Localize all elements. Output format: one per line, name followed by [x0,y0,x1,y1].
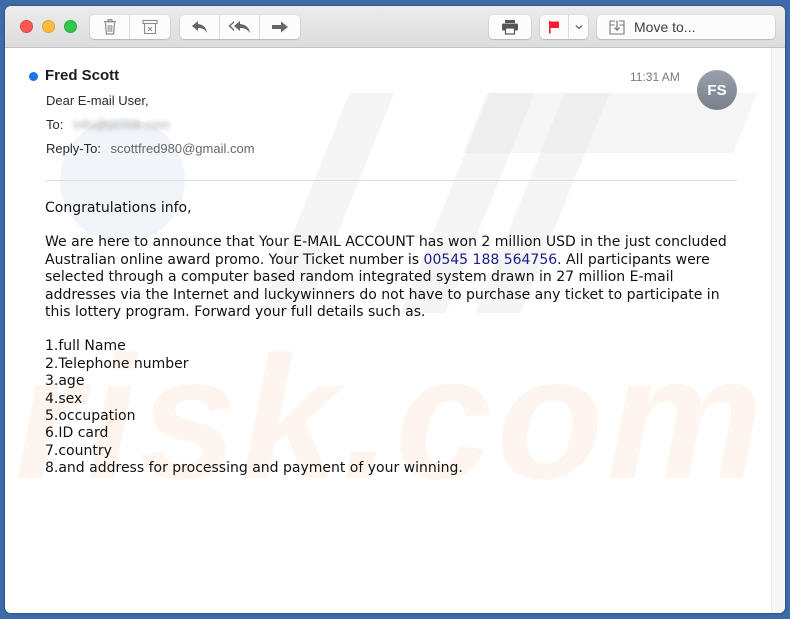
message-subject: Dear E-mail User, [46,93,149,108]
flag-dropdown-button[interactable] [569,15,588,39]
delete-button[interactable] [90,15,130,39]
reply-to-row: Reply-To: scottfred980@gmail.com [46,141,255,156]
list-item: 5.occupation [45,408,136,425]
close-window-button[interactable] [20,20,33,33]
move-to-button[interactable]: Move to... [597,15,775,39]
toolbar: Move to... [5,6,785,48]
mail-window: Move to... risk.com Fred Scott Dear E-ma… [5,6,785,613]
reply-all-icon [228,21,250,33]
sender-avatar: FS [697,70,737,110]
move-to-label: Move to... [634,19,696,35]
move-to-button-group: Move to... [597,15,775,39]
vertical-scrollbar[interactable] [771,48,785,613]
reply-to-address[interactable]: scottfred980@gmail.com [111,141,255,156]
message-time: 11:31 AM [630,70,680,84]
details-list: 1.full Name 2.Telephone number 3.age 4.s… [45,338,745,477]
to-address[interactable]: info@pcrisk.com [73,117,169,132]
body-greeting: Congratulations info, [45,200,192,216]
list-item: 6.ID card [45,425,109,442]
list-item: 8.and address for processing and payment… [45,460,463,477]
message-view: risk.com Fred Scott Dear E-mail User, To… [5,48,771,613]
forward-button[interactable] [260,15,300,39]
list-item: 4.sex [45,390,83,407]
move-to-mailbox-icon [609,19,625,35]
reply-button-group [180,15,300,39]
to-label: To: [46,117,64,132]
minimize-window-button[interactable] [42,20,55,33]
forward-icon [272,21,288,33]
junk-button[interactable] [130,15,170,39]
reply-all-button[interactable] [220,15,260,39]
list-item: 7.country [45,442,112,459]
trash-icon [103,19,116,35]
to-row: To: info@pcrisk.com [46,117,170,132]
sender-name[interactable]: Fred Scott [45,67,119,84]
header-divider [45,180,737,181]
body-paragraph: We are here to announce that Your E-MAIL… [45,234,745,321]
print-button[interactable] [489,15,531,39]
junk-box-icon [142,19,158,35]
flag-icon [549,21,559,34]
printer-icon [502,20,518,35]
flag-button-group [540,15,588,39]
list-item: 2.Telephone number [45,355,189,372]
maximize-window-button[interactable] [64,20,77,33]
reply-to-label: Reply-To: [46,141,101,156]
reply-button[interactable] [180,15,220,39]
delete-button-group [90,15,170,39]
list-item: 3.age [45,373,85,390]
message-header: Fred Scott Dear E-mail User, To: info@pcr… [5,48,771,178]
chevron-down-icon [575,25,582,30]
print-button-group [489,15,531,39]
ticket-number-link[interactable]: 00545 188 564756 [424,252,558,268]
list-item: 1.full Name [45,338,126,355]
reply-icon [191,21,207,33]
flag-button[interactable] [540,15,569,39]
unread-indicator [29,72,38,81]
message-body: Congratulations info, We are here to ann… [45,200,745,478]
